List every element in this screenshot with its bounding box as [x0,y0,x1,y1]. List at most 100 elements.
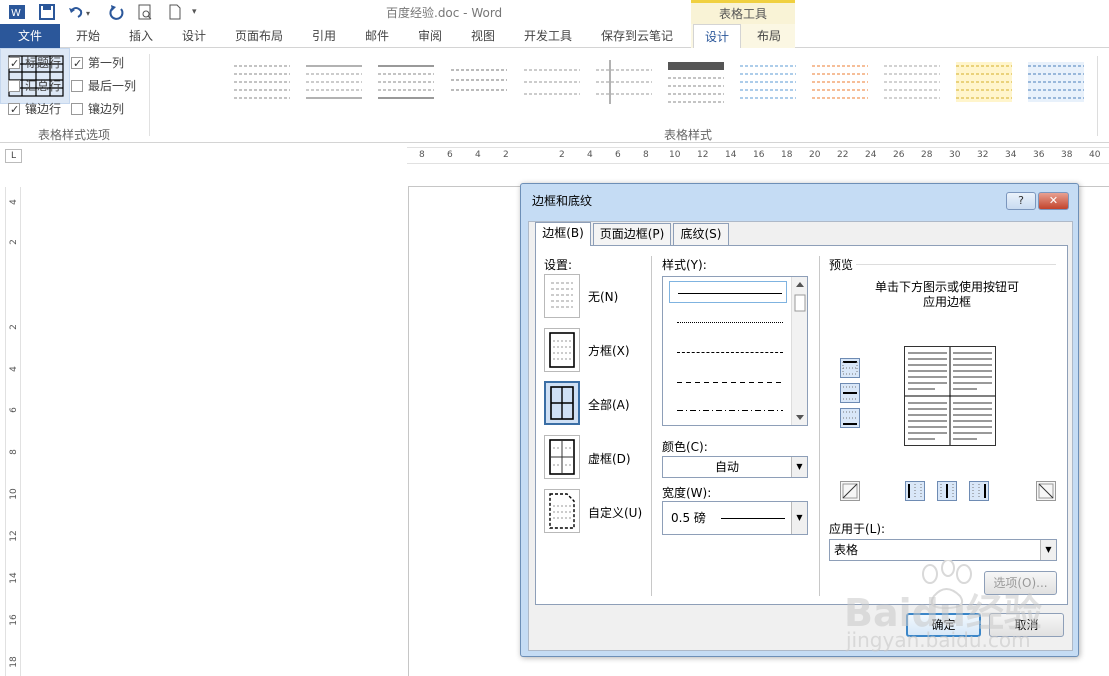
line-style-dashed[interactable] [669,371,787,393]
option-total-row[interactable]: 汇总行 [8,77,61,95]
word-icon[interactable]: W [8,3,26,21]
section-divider [819,256,820,596]
title-bar: W ▾ ▾ 百度经验.doc - Word 表格工具 [0,0,1109,24]
table-style-plain-6[interactable] [596,60,652,104]
tab-table-design[interactable]: 设计 [693,24,741,49]
color-dropdown[interactable]: 自动 ▼ [662,456,808,478]
setting-all-icon[interactable] [544,381,580,425]
borders-tab-panel: 设置: 无(N) 方框(X) 全部(A) 虚框(D) 自定义(U) 样式(Y):… [535,245,1068,605]
diagonal-down-border-icon[interactable] [840,481,860,501]
tab-review[interactable]: 审阅 [408,24,452,48]
style-gallery-scrollbar[interactable] [1097,56,1109,136]
tab-shading[interactable]: 底纹(S) [673,223,729,245]
setting-none-icon[interactable] [544,274,580,318]
setting-grid-icon[interactable] [544,435,580,479]
diagonal-up-border-icon[interactable] [1036,481,1056,501]
tab-design[interactable]: 设计 [172,24,216,48]
setting-custom-icon[interactable] [544,489,580,533]
table-style-plain-4[interactable] [451,60,507,104]
tab-cloud-note[interactable]: 保存到云笔记 [592,24,682,48]
width-dropdown[interactable]: 0.5 磅 ▼ [662,501,808,535]
ribbon-tab-bar: 文件 开始 插入 设计 页面布局 引用 邮件 审阅 视图 开发工具 保存到云笔记… [0,24,1109,49]
table-style-plain-3[interactable] [378,60,434,104]
top-border-icon[interactable] [840,358,860,378]
ruler-tick: 26 [893,150,905,160]
dropdown-arrow-icon[interactable]: ▼ [791,457,807,477]
tab-references[interactable]: 引用 [302,24,346,48]
ruler-tick: 4 [587,150,593,160]
tab-file[interactable]: 文件 [0,24,60,48]
tab-mailings[interactable]: 邮件 [355,24,399,48]
checkbox-icon[interactable] [71,55,83,73]
close-button[interactable]: ✕ [1038,192,1069,210]
horizontal-ruler[interactable]: 8 6 4 2 2 4 6 8 10 12 14 16 18 20 22 24 … [407,147,1109,164]
style-list-scrollbar[interactable] [791,277,807,425]
setting-box-label[interactable]: 方框(X) [588,342,630,359]
checkbox-icon[interactable] [71,103,83,115]
group-divider [149,54,150,136]
setting-all-label[interactable]: 全部(A) [588,396,630,413]
table-style-blue[interactable] [740,60,796,104]
table-style-gray[interactable] [884,60,940,104]
qat-customize-icon[interactable]: ▾ [192,3,202,21]
tab-view[interactable]: 视图 [461,24,505,48]
help-button[interactable]: ? [1006,192,1036,210]
line-style-dotted[interactable] [669,311,787,333]
border-preview-diagram[interactable] [904,346,996,446]
apply-to-dropdown[interactable]: 表格 ▼ [829,539,1057,561]
option-first-column[interactable]: 第一列 [71,54,124,73]
checkbox-icon[interactable] [8,101,20,119]
left-border-icon[interactable] [905,481,925,501]
setting-box-icon[interactable] [544,328,580,372]
checkbox-icon[interactable] [71,80,83,92]
ruler-tick: 24 [865,150,877,160]
table-style-plain-5[interactable] [524,60,580,104]
setting-grid-label[interactable]: 虚框(D) [588,450,631,467]
line-style-list[interactable] [662,276,808,426]
option-banded-columns[interactable]: 镶边列 [71,100,124,118]
ruler-tick: 8 [9,449,19,455]
table-style-plain-1[interactable] [234,60,290,104]
undo-icon[interactable]: ▾ [66,3,96,21]
table-style-plain-2[interactable] [306,60,362,104]
svg-text:▾: ▾ [86,9,90,18]
dropdown-arrow-icon[interactable]: ▼ [791,502,807,534]
tab-selector[interactable]: L [5,149,22,163]
checkbox-icon[interactable] [8,55,20,73]
tab-page-layout[interactable]: 页面布局 [227,24,291,48]
redo-icon[interactable] [107,3,125,21]
tab-home[interactable]: 开始 [66,24,110,48]
tab-insert[interactable]: 插入 [119,24,163,48]
setting-custom-label[interactable]: 自定义(U) [588,504,642,521]
line-style-dashed-small[interactable] [669,341,787,363]
tab-table-layout[interactable]: 布局 [745,24,793,48]
vertical-ruler[interactable]: 4 2 2 4 6 8 10 12 14 16 18 [5,187,21,676]
right-border-icon[interactable] [969,481,989,501]
ruler-tick: 18 [781,150,793,160]
table-style-orange[interactable] [812,60,868,104]
tab-page-border[interactable]: 页面边框(P) [593,223,671,245]
table-style-blue-2[interactable] [1028,60,1084,104]
table-style-grid-light[interactable] [668,60,724,104]
option-header-row[interactable]: 标题行 [8,54,61,73]
checkbox-icon[interactable] [8,80,20,92]
print-preview-icon[interactable] [136,3,154,21]
tab-borders[interactable]: 边框(B) [535,222,591,246]
setting-none-label[interactable]: 无(N) [588,288,618,305]
ruler-tick: 8 [643,150,649,160]
dropdown-arrow-icon[interactable]: ▼ [1040,540,1056,560]
inside-horizontal-border-icon[interactable] [840,383,860,403]
line-sample [677,410,783,411]
save-icon[interactable] [38,3,56,21]
bottom-border-icon[interactable] [840,408,860,428]
option-last-column[interactable]: 最后一列 [71,77,136,95]
tab-developer[interactable]: 开发工具 [515,24,581,48]
option-banded-rows[interactable]: 镶边行 [8,100,61,119]
inside-vertical-border-icon[interactable] [937,481,957,501]
line-style-dash-dot[interactable] [669,399,787,421]
line-style-solid[interactable] [669,281,787,303]
table-tools-header: 表格工具 [691,0,795,24]
new-doc-icon[interactable] [166,3,184,21]
ruler-tick: 6 [9,407,19,413]
table-style-gold[interactable] [956,60,1012,104]
